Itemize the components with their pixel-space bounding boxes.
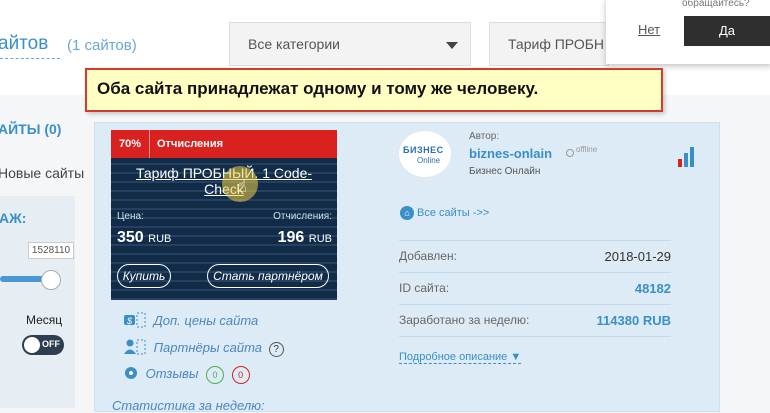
price-value: 350 RUB xyxy=(117,229,172,246)
page-title: айтов xyxy=(0,33,49,54)
title-underline xyxy=(0,58,60,59)
earned-label: Заработано за неделю: xyxy=(399,313,530,327)
category-select[interactable]: Все категории xyxy=(229,22,471,66)
status-dot-icon xyxy=(566,149,574,157)
added-value: 2018-01-29 xyxy=(604,249,672,264)
bar-chart-icon-bar xyxy=(684,153,688,167)
logo-text-bottom: Online xyxy=(417,156,441,165)
home-icon: ⌂ xyxy=(400,206,414,220)
review-icon xyxy=(124,366,138,383)
site-id-value: 48182 xyxy=(634,281,671,296)
toggle-knob xyxy=(24,337,40,353)
confirm-dialog: обращайтесь? Нет Да xyxy=(606,0,770,64)
reviews-label: Отзывы xyxy=(145,366,199,381)
divider xyxy=(399,336,671,337)
site-id-row: ID сайта: 48182 xyxy=(399,281,671,296)
divider xyxy=(399,272,671,273)
confirm-text: обращайтесь? xyxy=(682,0,750,9)
product-tile: 70% Отчисления Тариф ПРОБНЫЙ. 1 Code-Che… xyxy=(111,130,337,300)
month-toggle[interactable]: OFF xyxy=(22,335,64,355)
extra-prices-label: Доп. цены сайта xyxy=(153,312,259,328)
users-icon xyxy=(124,339,146,358)
site-count: (1 сайтов) xyxy=(67,37,137,54)
yes-button[interactable]: Да xyxy=(684,16,770,46)
bar-chart-icon-bar xyxy=(690,147,694,167)
all-sites-label: Все сайты ->> xyxy=(417,206,490,219)
tariff-select-value: Тариф ПРОБН xyxy=(508,36,605,52)
author-name-link[interactable]: biznes-onlain xyxy=(469,146,552,161)
slider-value: 1528110 xyxy=(28,242,74,259)
author-subtitle: Бизнес Онлайн xyxy=(469,166,541,177)
sidebar-new-sites[interactable]: Новые сайты xyxy=(0,165,84,181)
buy-button[interactable]: Купить xyxy=(117,264,171,288)
svg-text:$: $ xyxy=(126,316,133,326)
ribbon-label: Отчисления xyxy=(157,138,223,150)
extra-prices-link[interactable]: $ Доп. цены сайта xyxy=(124,312,258,331)
earned-row: Заработано за неделю: 114380 RUB xyxy=(399,313,671,328)
become-partner-button[interactable]: Стать партнёром xyxy=(207,264,329,288)
chevron-down-icon xyxy=(446,42,458,49)
commission-value: 196 RUB xyxy=(277,229,332,246)
ribbon-percent: 70% xyxy=(119,138,142,150)
positive-reviews-count: 0 xyxy=(206,366,225,384)
earned-value: 114380 RUB xyxy=(596,313,671,328)
author-label: Автор: xyxy=(469,131,500,142)
partners-label: Партнёры сайта xyxy=(153,339,262,355)
detailed-description-link[interactable]: Подробное описание ▼ xyxy=(399,351,522,364)
help-icon[interactable]: ? xyxy=(268,341,284,357)
added-label: Добавлен: xyxy=(399,249,457,263)
slider-handle[interactable] xyxy=(41,270,61,290)
partners-link[interactable]: Партнёры сайта ? xyxy=(124,339,284,358)
author-status: offline xyxy=(576,145,598,154)
sidebar-filter-panel xyxy=(0,196,75,408)
toggle-label: OFF xyxy=(42,339,60,349)
sidebar-sites-heading[interactable]: АЙТЫ (0) xyxy=(0,121,61,137)
weekly-stats-heading: Статистика за неделю: xyxy=(112,398,265,413)
category-select-value: Все категории xyxy=(248,36,340,52)
hand-cursor-icon: ☝ xyxy=(236,176,247,196)
bar-chart-icon-bar xyxy=(678,159,682,167)
added-row: Добавлен: 2018-01-29 xyxy=(399,249,672,264)
divider xyxy=(399,304,671,305)
sidebar-filter-label: АЖ: xyxy=(0,210,27,226)
no-button[interactable]: Нет xyxy=(638,22,660,37)
divider xyxy=(399,240,671,241)
logo-text-top: БИЗНЕС xyxy=(403,145,444,155)
reviews-link[interactable]: Отзывы 0 0 xyxy=(124,366,250,384)
annotation-callout: Оба сайта принадлежат одному и тому же ч… xyxy=(85,68,663,112)
negative-reviews-count: 0 xyxy=(231,366,250,384)
all-sites-link[interactable]: ⌂ Все сайты ->> xyxy=(400,206,489,220)
commission-label: Отчисления: xyxy=(273,211,332,222)
money-icon: $ xyxy=(124,312,146,331)
site-id-label: ID сайта: xyxy=(399,281,450,295)
month-label: Месяц xyxy=(26,313,63,327)
tariff-select[interactable]: Тариф ПРОБН xyxy=(489,22,609,66)
ribbon-divider xyxy=(149,130,150,158)
price-label: Цена: xyxy=(117,211,144,222)
commission-ribbon: 70% Отчисления xyxy=(111,130,337,158)
author-logo[interactable]: БИЗНЕС Online xyxy=(398,130,452,178)
bar-chart-icon[interactable] xyxy=(678,145,696,167)
